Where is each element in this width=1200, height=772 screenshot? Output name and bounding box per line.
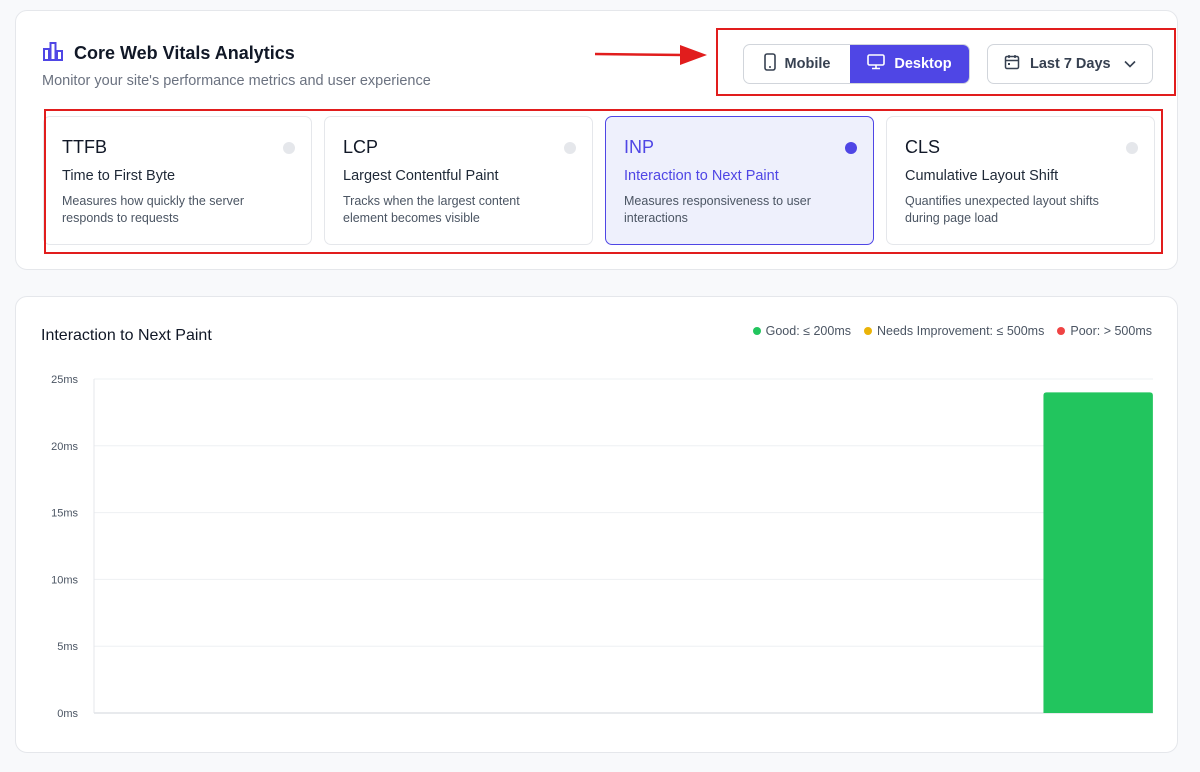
y-tick-label: 25ms [51, 374, 78, 386]
annotation-arrow-icon [594, 45, 707, 65]
page-subtitle: Monitor your site's performance metrics … [42, 73, 431, 89]
chart-card: Interaction to Next Paint Good: ≤ 200ms … [15, 296, 1178, 753]
y-tick-label: 20ms [51, 441, 78, 453]
annotation-box-metrics [44, 109, 1163, 254]
header-title-row: Core Web Vitals Analytics [42, 41, 295, 66]
y-tick-label: 0ms [57, 708, 78, 720]
y-tick-label: 10ms [51, 574, 78, 586]
bar-chart: 0ms 5ms 10ms 15ms 20ms 25ms [51, 374, 1153, 720]
page-title: Core Web Vitals Analytics [74, 43, 295, 63]
y-tick-label: 15ms [51, 508, 78, 520]
annotation-box-controls [716, 28, 1176, 96]
bar[interactable] [1043, 392, 1153, 713]
bar-chart-icon [42, 41, 64, 66]
y-tick-label: 5ms [57, 641, 78, 653]
